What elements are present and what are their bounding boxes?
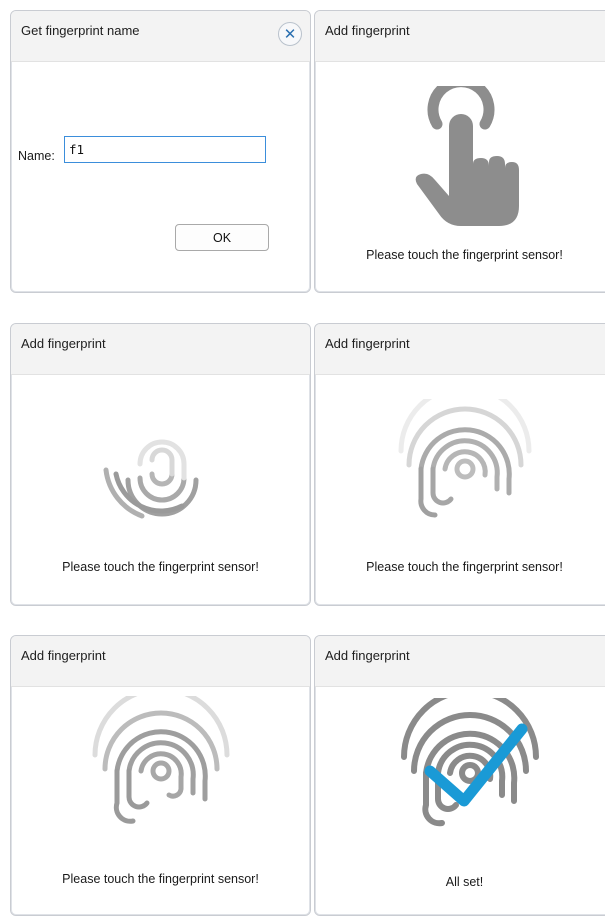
add-fingerprint-dialog-5: Add fingerprint All set! [314,635,605,916]
fingerprint-partial-icon [103,439,199,519]
dialog-message: Please touch the fingerprint sensor! [366,560,563,574]
add-fingerprint-dialog-3: Add fingerprint Please touch the fingerp… [314,323,605,606]
dialog-title: Add fingerprint [325,23,410,38]
add-fingerprint-dialog-2: Add fingerprint Please touch the fingerp… [10,323,311,606]
fingerprint-check-icon [401,698,539,827]
add-fingerprint-dialog-4: Add fingerprint Please touch the fingerp… [10,635,311,916]
dialog-title: Get fingerprint name [21,23,140,38]
name-label: Name: [18,149,55,163]
name-input[interactable] [64,136,266,163]
add-fingerprint-dialog-1: Add fingerprint Please touch the fingerp… [314,10,605,293]
close-button[interactable]: ✕ [278,22,302,46]
dialog-title: Add fingerprint [21,336,106,351]
dialog-message: All set! [445,875,484,889]
dialog-message: Please touch the fingerprint sensor! [366,248,563,262]
dialog-title: Add fingerprint [21,648,106,663]
dialog-message: Please touch the fingerprint sensor! [62,872,259,886]
fingerprint-progress-icon [398,399,532,518]
close-icon: ✕ [283,25,297,43]
dialog-title: Add fingerprint [325,648,410,663]
ok-button[interactable]: OK [175,224,269,251]
get-fingerprint-name-dialog: Get fingerprint name ✕ Name: OK [10,10,311,293]
touch-hand-icon [415,86,519,226]
fingerprint-progress-icon [92,696,230,824]
dialog-message: Please touch the fingerprint sensor! [62,560,259,574]
dialog-title: Add fingerprint [325,336,410,351]
